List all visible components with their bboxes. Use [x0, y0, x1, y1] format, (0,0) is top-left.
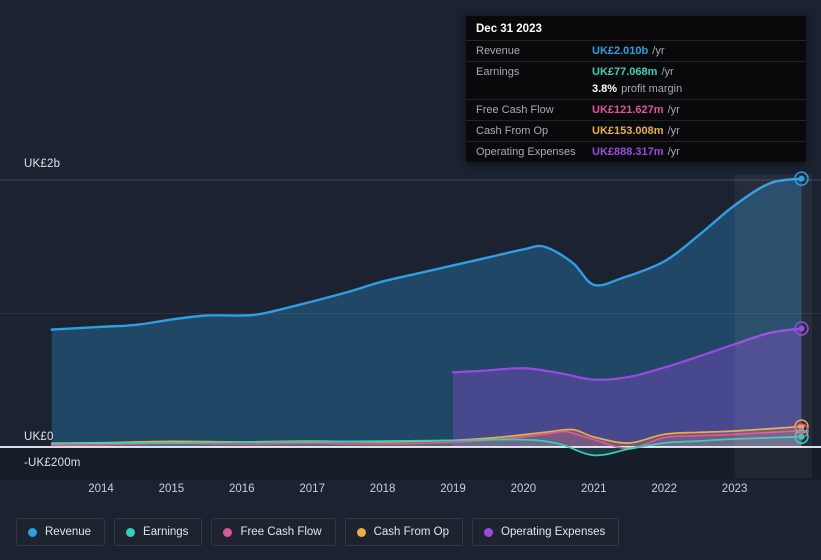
tooltip-date: Dec 31 2023	[476, 23, 542, 35]
tooltip-row-value: UK£888.317m	[592, 146, 664, 158]
x-axis-label: 2016	[229, 483, 255, 495]
tooltip-row-value: UK£121.627m	[592, 104, 664, 116]
tooltip-row-value: 3.8%	[592, 83, 618, 95]
tooltip-row-suffix: profit margin	[621, 83, 683, 95]
x-axis-label: 2015	[158, 483, 185, 495]
tooltip-row-suffix: /yr	[652, 45, 665, 57]
legend-item-label: Revenue	[45, 526, 92, 538]
tooltip-row-label: Free Cash Flow	[476, 104, 554, 116]
tooltip-row-operating-expenses: Operating Expenses UK£888.317m /yr	[466, 141, 806, 162]
legend-item-free-cash-flow[interactable]: Free Cash Flow	[211, 518, 336, 546]
tooltip-row-label: Earnings	[476, 66, 520, 78]
tooltip-row-suffix: /yr	[661, 66, 674, 78]
x-axis-label: 2018	[369, 483, 396, 495]
legend-item-label: Cash From Op	[373, 526, 450, 538]
x-axis-label: 2022	[651, 483, 677, 495]
tooltip-row-value: UK£2.010b	[592, 45, 649, 57]
tooltip-row-suffix: /yr	[667, 125, 680, 137]
y-axis-label-neg: -UK£200m	[24, 457, 81, 469]
legend-item-label: Operating Expenses	[501, 526, 606, 538]
tooltip-row-suffix: /yr	[667, 146, 680, 158]
financial-history-chart[interactable]	[0, 160, 821, 480]
legend-item-label: Free Cash Flow	[240, 526, 322, 538]
legend: Revenue Earnings Free Cash Flow Cash Fro…	[16, 518, 620, 546]
chart-svg	[0, 171, 821, 480]
free-cash-flow-legend-dot	[223, 527, 233, 537]
cash-from-op-legend-dot	[356, 527, 366, 537]
earnings-legend-dot	[126, 527, 136, 537]
operating-expenses-legend-dot	[484, 527, 494, 537]
tooltip-row-cash-from-op: Cash From Op UK£153.008m /yr	[466, 120, 806, 141]
tooltip-row-profit-margin: 3.8% profit margin	[466, 82, 806, 99]
y-axis-label-zero: UK£0	[24, 431, 54, 443]
tooltip-row-value: UK£153.008m	[592, 125, 664, 137]
tooltip-row-value: UK£77.068m	[592, 66, 658, 78]
legend-item-label: Earnings	[143, 526, 189, 538]
legend-item-earnings[interactable]: Earnings	[114, 518, 203, 546]
tooltip-row-suffix: /yr	[667, 104, 680, 116]
x-axis-label: 2017	[299, 483, 325, 495]
legend-item-operating-expenses[interactable]: Operating Expenses	[472, 518, 620, 546]
data-tooltip: Dec 31 2023 Revenue UK£2.010b /yr Earnin…	[466, 16, 806, 162]
y-axis-label-2b: UK£2b	[24, 158, 61, 170]
tooltip-row-label: Operating Expenses	[476, 146, 576, 158]
tooltip-row-free-cash-flow: Free Cash Flow UK£121.627m /yr	[466, 99, 806, 120]
tooltip-row-earnings: Earnings UK£77.068m /yr	[466, 61, 806, 82]
tooltip-row-label: Revenue	[476, 45, 521, 57]
x-axis-label: 2020	[510, 483, 537, 495]
x-axis-label: 2019	[440, 483, 466, 495]
legend-item-revenue[interactable]: Revenue	[16, 518, 106, 546]
revenue-legend-dot	[28, 527, 37, 537]
tooltip-row-revenue: Revenue UK£2.010b /yr	[466, 40, 806, 61]
tooltip-row-label: Cash From Op	[476, 125, 549, 137]
x-axis-label: 2023	[721, 483, 748, 495]
x-axis-label: 2021	[581, 483, 607, 495]
x-axis-label: 2014	[88, 483, 114, 495]
x-axis: 2014 2015 2016 2017 2018 2019 2020 2021 2022 2023	[0, 483, 821, 499]
legend-item-cash-from-op[interactable]: Cash From Op	[344, 518, 464, 546]
